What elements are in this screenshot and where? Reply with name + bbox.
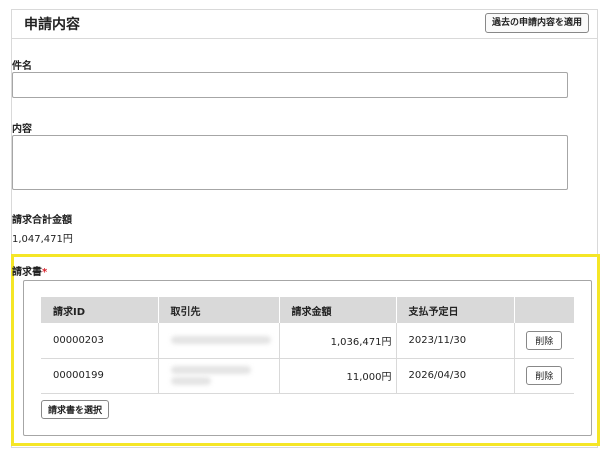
subject-label: 件名 xyxy=(12,61,32,72)
invoice-id-cell: 00000203 xyxy=(41,323,158,359)
amount-cell: 1,036,471円 xyxy=(278,323,396,359)
delete-invoice-button[interactable]: 削除 xyxy=(526,366,563,385)
table-header-row: 請求ID 取引先 請求金額 支払予定日 xyxy=(41,297,574,323)
column-header-amount: 請求金額 xyxy=(278,297,396,323)
due-date-cell: 2026/04/30 xyxy=(395,358,514,394)
partner-cell-redacted xyxy=(157,323,279,359)
content-textarea[interactable] xyxy=(12,135,568,190)
delete-invoice-button[interactable]: 削除 xyxy=(526,330,563,350)
total-amount-label: 請求合計金額 xyxy=(12,215,72,226)
invoice-label-text: 請求書 xyxy=(12,267,42,278)
total-amount-value: 1,047,471円 xyxy=(12,234,73,245)
table-row: 00000199 11,000円 2026/04/30 削除 xyxy=(41,358,574,394)
invoice-table: 請求ID 取引先 請求金額 支払予定日 00000203 1,036,471円 … xyxy=(41,297,574,394)
invoice-label: 請求書* xyxy=(12,263,47,278)
due-date-cell: 2023/11/30 xyxy=(395,323,514,359)
column-header-invoice-id: 請求ID xyxy=(41,297,158,323)
table-row: 00000203 1,036,471円 2023/11/30 削除 xyxy=(41,323,574,359)
required-mark: * xyxy=(42,267,48,278)
partner-cell-redacted xyxy=(157,358,279,394)
invoice-id-cell: 00000199 xyxy=(41,358,158,394)
content-label: 内容 xyxy=(12,124,32,135)
column-header-due-date: 支払予定日 xyxy=(395,297,514,323)
subject-input[interactable] xyxy=(12,72,568,98)
action-cell: 削除 xyxy=(513,323,574,359)
column-header-partner: 取引先 xyxy=(157,297,279,323)
amount-cell: 11,000円 xyxy=(278,358,396,394)
panel-title: 申請内容 xyxy=(24,17,80,33)
action-cell: 削除 xyxy=(513,358,574,394)
apply-past-content-button[interactable]: 過去の申請内容を適用 xyxy=(484,13,589,33)
panel-header: 申請内容 過去の申請内容を適用 xyxy=(12,10,597,39)
column-header-actions xyxy=(513,297,574,323)
select-invoice-button[interactable]: 請求書を選択 xyxy=(41,400,110,419)
